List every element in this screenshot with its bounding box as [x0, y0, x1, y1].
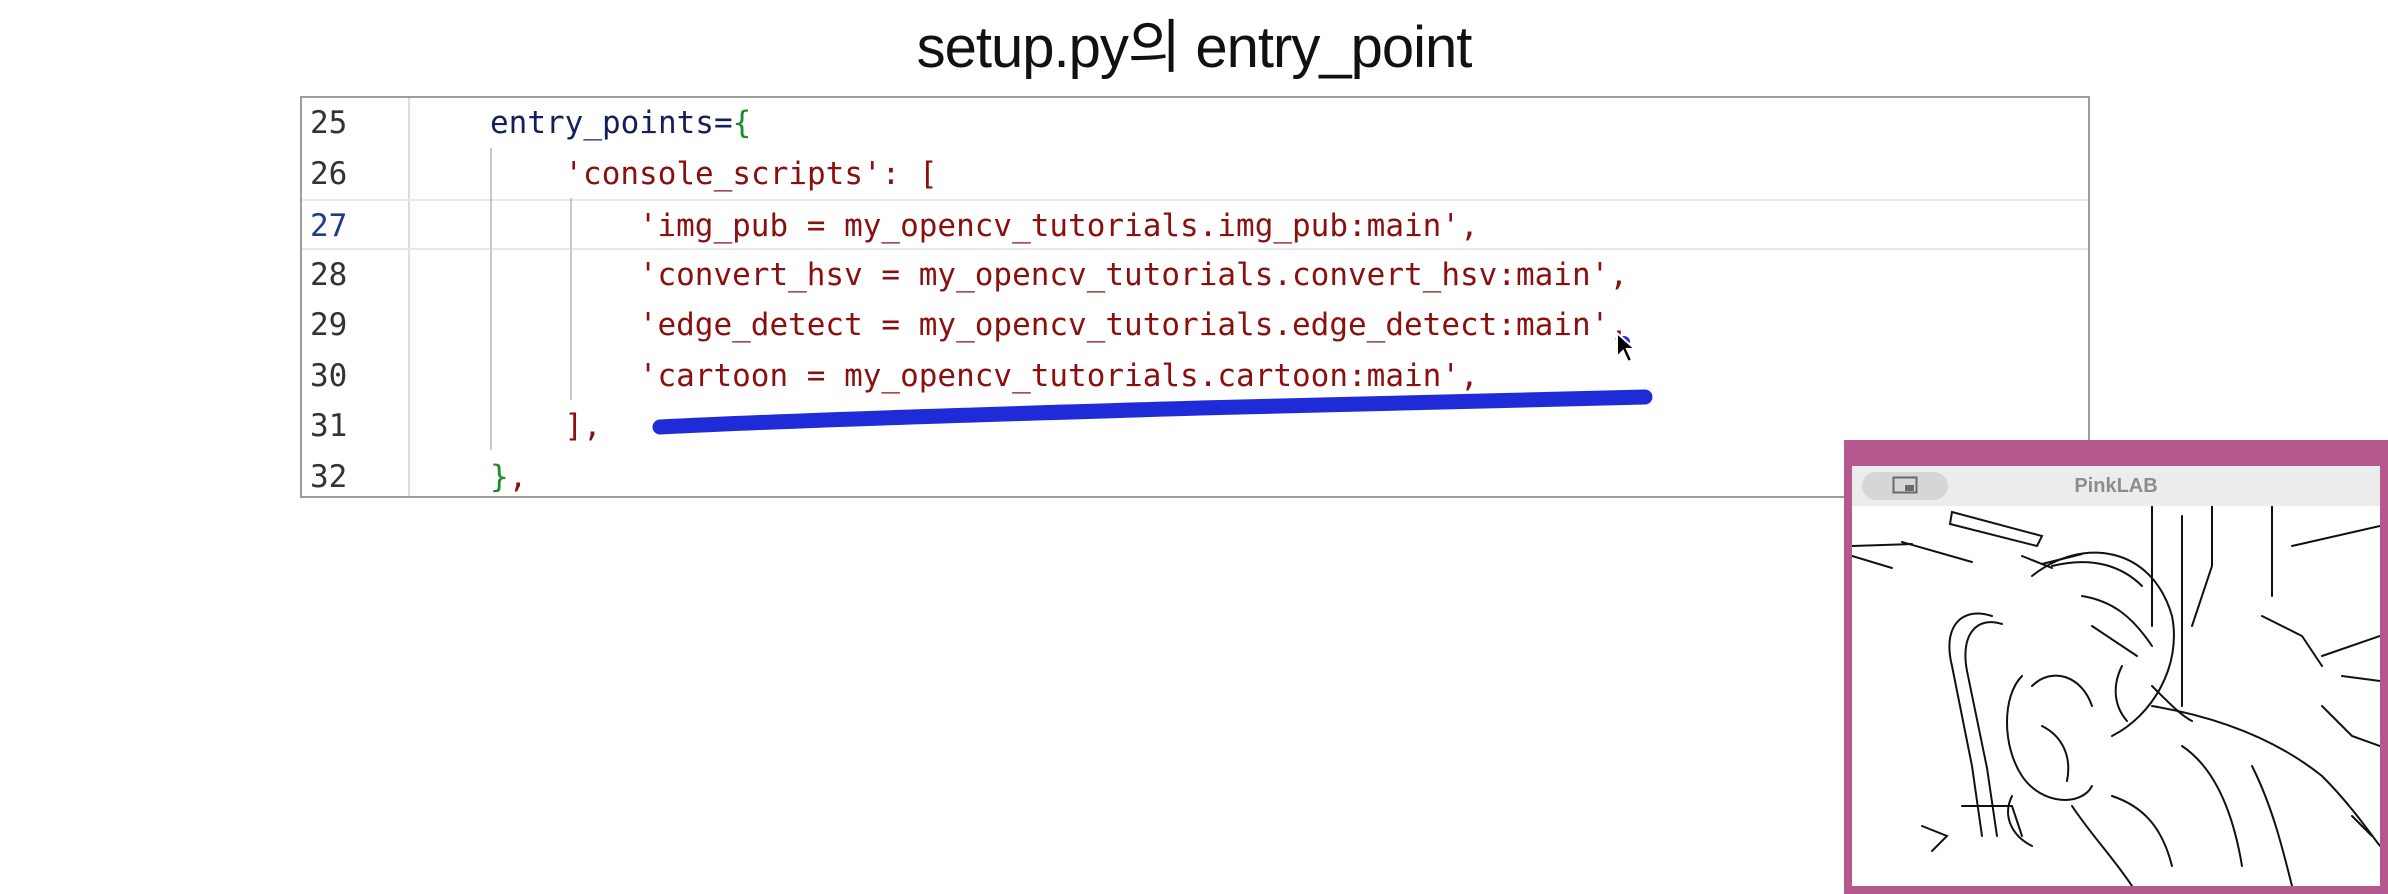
slide-title: setup.py의 entry_point: [916, 15, 1473, 80]
webcam-window[interactable]: PinkLAB: [1844, 440, 2388, 894]
code-token: 'img_pub = my_opencv_tutorials.img_pub:m…: [638, 208, 1460, 244]
line-number: 27: [310, 208, 348, 244]
code-token: {: [732, 105, 752, 141]
webcam-title: PinkLAB: [2074, 475, 2158, 497]
edge-detected-video-feed: [1852, 506, 2380, 886]
code-token: ,: [508, 458, 528, 495]
code-text: },: [490, 452, 528, 497]
code-token: 'console_scripts': [564, 155, 882, 192]
line-number: 28: [310, 256, 348, 293]
code-text: 'edge_detect = my_opencv_tutorials.edge_…: [639, 300, 1628, 351]
mouse-pointer-icon: [1616, 331, 1638, 364]
code-editor[interactable]: 25 entry_points={26'console_scripts': [27…: [300, 96, 2090, 498]
code-text: entry_points={: [490, 98, 751, 149]
line-number: 30: [310, 357, 348, 394]
code-text: ],: [564, 401, 601, 452]
code-token: ],: [564, 408, 602, 444]
code-text: 'img_pub = my_opencv_tutorials.img_pub:m…: [639, 201, 1479, 252]
line-number: 29: [310, 307, 348, 343]
code-token: }: [490, 458, 509, 495]
code-line[interactable]: 31],: [302, 401, 2088, 452]
code-token: : [: [881, 155, 938, 192]
code-token: ,: [1460, 208, 1479, 244]
code-token: 'edge_detect = my_opencv_tutorials.edge_…: [638, 307, 1610, 343]
slide: setup.py의 entry_point 25 entry_points={26…: [0, 0, 2388, 894]
code-token: ,: [1460, 357, 1479, 394]
code-text: 'convert_hsv = my_opencv_tutorials.conve…: [639, 250, 1628, 301]
indent-guide: [570, 198, 572, 400]
indent-guide: [490, 148, 492, 450]
code-line[interactable]: 25 entry_points={: [302, 98, 2088, 149]
code-text: 'cartoon = my_opencv_tutorials.cartoon:m…: [639, 351, 1479, 402]
webcam-titlebar[interactable]: PinkLAB: [1852, 466, 2380, 506]
line-number: 32: [310, 458, 348, 495]
line-number: 25: [310, 105, 348, 141]
code-text: 'console_scripts': [: [564, 149, 937, 200]
code-token: ,: [1609, 256, 1628, 293]
code-token: 'convert_hsv = my_opencv_tutorials.conve…: [638, 256, 1610, 293]
line-number: 26: [310, 155, 348, 192]
line-number: 31: [310, 408, 348, 444]
code-line[interactable]: 32},: [302, 452, 2088, 497]
code-line[interactable]: 26 'console_scripts': [: [302, 149, 2088, 200]
edge-detection-image: [1852, 506, 2380, 886]
code-token: 'cartoon = my_opencv_tutorials.cartoon:m…: [638, 357, 1460, 394]
code-token: entry_points=: [490, 105, 733, 141]
